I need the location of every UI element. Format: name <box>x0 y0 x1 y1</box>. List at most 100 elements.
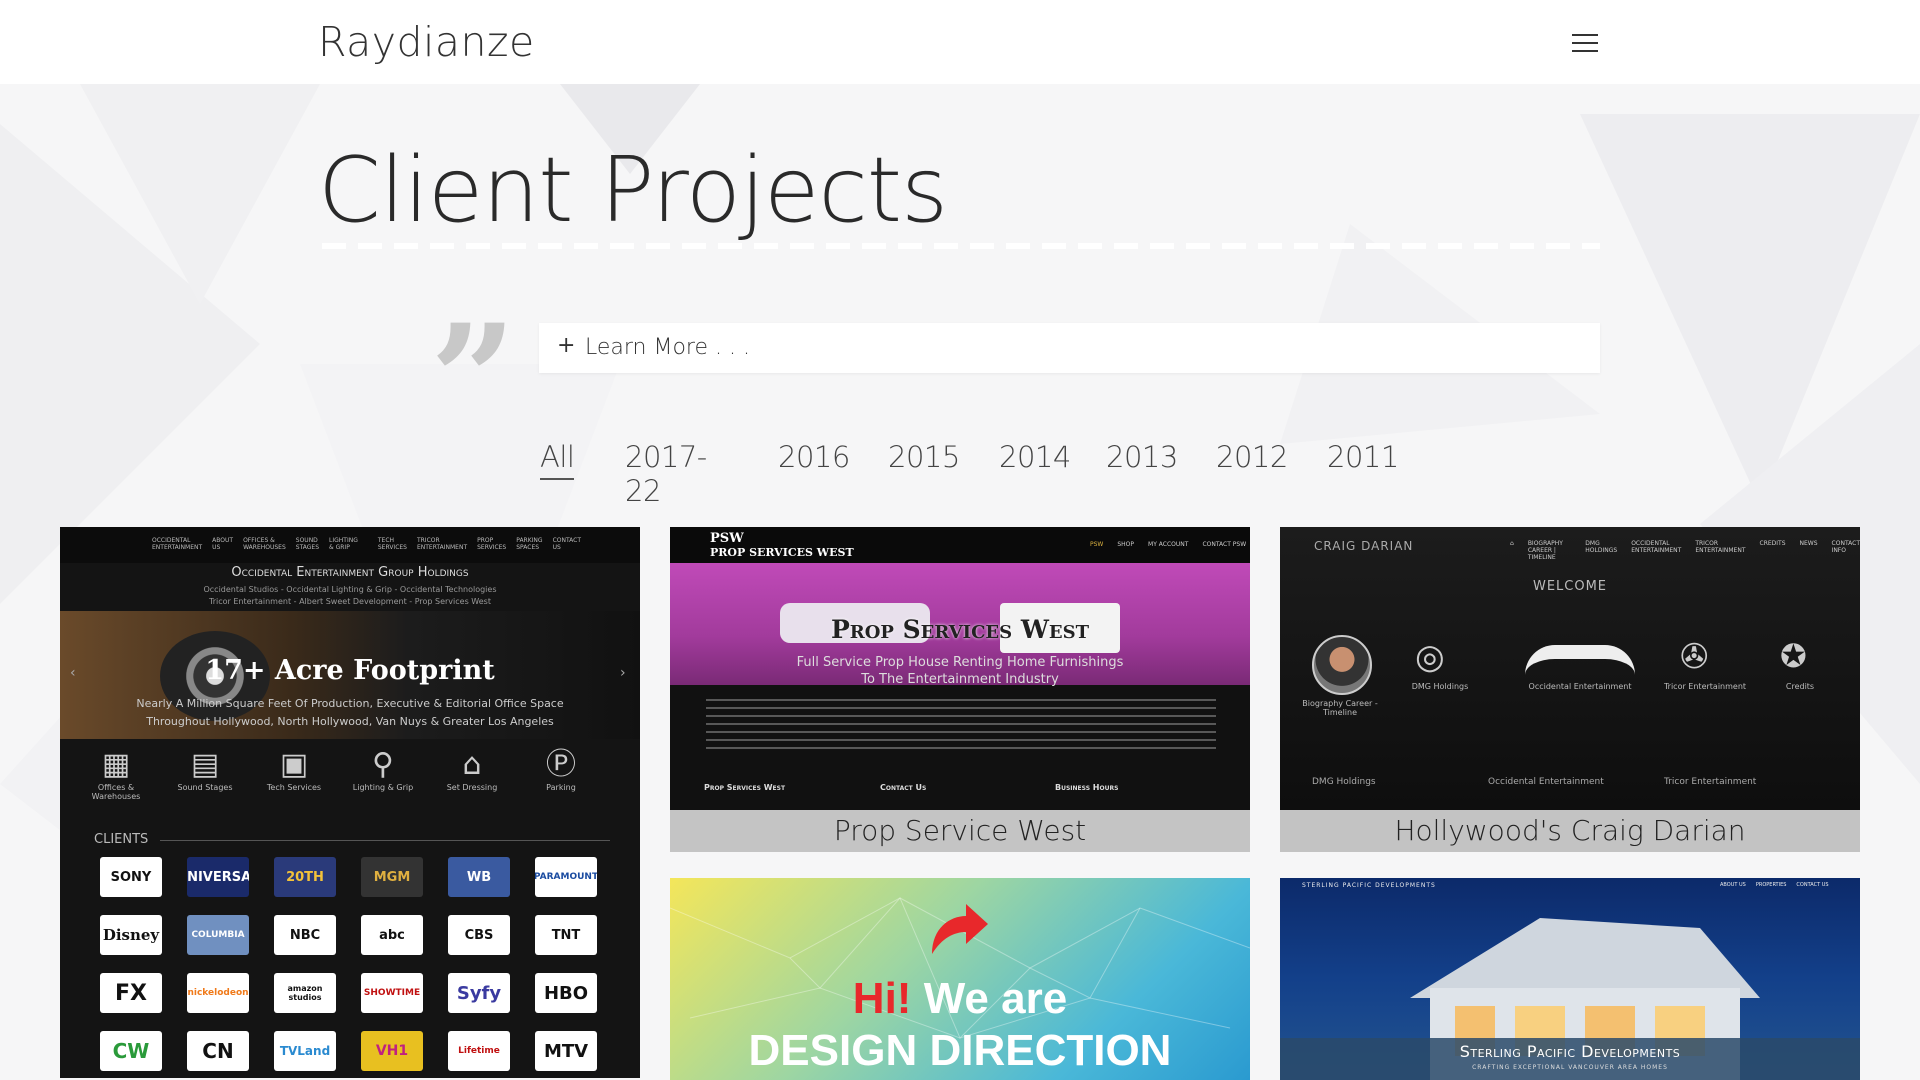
craig-nav-item[interactable]: OCCIDENTAL ENTERTAINMENT <box>1631 540 1681 561</box>
client-logo-syfy: Syfy <box>448 973 510 1013</box>
psw-hero-title: Prop Services West <box>830 615 1090 644</box>
client-logo-sony: SONY <box>100 857 162 897</box>
globe-icon: ◎ <box>1415 637 1445 677</box>
filter-2013[interactable]: 2013 <box>1106 440 1178 474</box>
craig-nav-item[interactable]: CONTACT INFO <box>1832 540 1860 561</box>
design-line-2: DESIGN DIRECTION <box>748 1026 1172 1075</box>
craig-nav-item[interactable]: NEWS <box>1800 540 1818 561</box>
oeg-heading: Occidental Entertainment Group Holdings <box>231 565 469 580</box>
home-icon[interactable]: ⌂ <box>1510 540 1514 561</box>
project-card-prop-services-west[interactable]: PSW PROP SERVICES WEST PSW SHOP MY ACCOU… <box>670 527 1250 852</box>
client-logo-amazon-studios: amazon studios <box>274 973 336 1013</box>
filter-2015[interactable]: 2015 <box>888 440 960 474</box>
project-card-craig-darian[interactable]: CRAIG DARIAN ⌂ BIOGRAPHY CAREER | TIMELI… <box>1280 527 1860 852</box>
learn-more-label: Learn More . . . <box>585 335 750 360</box>
client-logo-20th-century: 20TH <box>274 857 336 897</box>
oeg-nav-item[interactable]: OFFICES & WAREHOUSES <box>243 537 286 553</box>
filter-all[interactable]: All <box>540 440 575 480</box>
client-logo-paramount: PARAMOUNT <box>535 857 597 897</box>
psw-nav-psw[interactable]: PSW <box>1090 541 1103 548</box>
psw-nav-account[interactable]: MY ACCOUNT <box>1148 541 1188 548</box>
service-parking[interactable]: Ⓟ Parking <box>521 747 601 792</box>
craig-item-tricor[interactable]: Tricor Entertainment <box>1650 682 1760 691</box>
project-card-sterling-pacific[interactable]: STERLING PACIFIC DEVELOPMENTS ABOUT US P… <box>1280 878 1860 1080</box>
clients-divider <box>160 840 610 841</box>
filter-2011[interactable]: 2011 <box>1327 440 1399 474</box>
client-logo-tvland: TVLand <box>274 1031 336 1071</box>
oeg-hero-slider[interactable]: 17+ Acre Footprint Nearly A Million Squa… <box>60 611 640 739</box>
craig-item-occidental[interactable]: Occidental Entertainment <box>1510 682 1650 691</box>
arrow-icon <box>932 904 988 954</box>
service-lighting[interactable]: ⚲ Lighting & Grip <box>343 747 423 792</box>
craig-nav-item[interactable]: TRICOR ENTERTAINMENT <box>1695 540 1745 561</box>
client-logo-showtime: SHOWTIME <box>361 973 423 1013</box>
psw-footer-head-2: Contact Us <box>880 783 927 792</box>
site-logo[interactable]: Raydianze <box>318 18 535 66</box>
service-stages[interactable]: ▤ Sound Stages <box>165 747 245 792</box>
oeg-nav-item[interactable]: CONTACT US <box>553 537 581 553</box>
service-tech[interactable]: ▣ Tech Services <box>254 747 334 792</box>
psw-hero-sub-2: To The Entertainment Industry <box>861 672 1059 687</box>
oeg-nav-item[interactable]: ABOUT US <box>212 537 233 553</box>
psw-nav-contact[interactable]: CONTACT PSW <box>1202 541 1246 548</box>
hamburger-menu-icon[interactable] <box>1572 32 1598 54</box>
craig-item-dmg[interactable]: DMG Holdings <box>1390 682 1490 691</box>
sterling-title: Sterling Pacific Developments <box>1459 1042 1681 1061</box>
oeg-nav-item[interactable]: SOUND STAGES <box>296 537 319 553</box>
oeg-nav-item[interactable]: TECH SERVICES <box>378 537 407 553</box>
filter-2012[interactable]: 2012 <box>1216 440 1288 474</box>
building-icon: ▦ <box>101 747 131 782</box>
client-logo-fx: FX <box>100 973 162 1013</box>
service-set-dressing[interactable]: ⌂ Set Dressing <box>432 747 512 792</box>
project-caption: Hollywood's Craig Darian <box>1280 810 1860 852</box>
client-logo-disney: Disney <box>100 915 162 955</box>
client-logo-mgm: MGM <box>361 857 423 897</box>
craig-item-credits[interactable]: Credits <box>1760 682 1840 691</box>
craig-nav-item[interactable]: DMG HOLDINGS <box>1585 540 1617 561</box>
quote-icon: ” <box>430 292 517 468</box>
monitor-icon: ▣ <box>279 747 309 782</box>
craig-nav-item[interactable]: BIOGRAPHY CAREER | TIMELINE <box>1528 540 1571 561</box>
oeg-nav-item[interactable]: LIGHTING & GRIP <box>329 537 358 553</box>
psw-footer-head-3: Business Hours <box>1055 783 1119 792</box>
psw-brand-full: PROP SERVICES WEST <box>710 546 854 559</box>
parking-icon: Ⓟ <box>546 747 576 782</box>
craig-footer-1: DMG Holdings <box>1312 777 1376 787</box>
psw-topnav: PSW PROP SERVICES WEST PSW SHOP MY ACCOU… <box>670 527 1250 563</box>
psw-hero-sub-1: Full Service Prop House Renting Home Fur… <box>796 655 1124 670</box>
avatar[interactable] <box>1312 635 1372 695</box>
project-card-occidental[interactable]: OCCIDENTAL ENTERTAINMENT ABOUT US OFFICE… <box>60 527 640 1078</box>
craig-footer-2: Occidental Entertainment <box>1488 777 1604 787</box>
craig-nav-item[interactable]: CREDITS <box>1760 540 1786 561</box>
oeg-nav-item[interactable]: TRICOR ENTERTAINMENT <box>417 537 467 553</box>
client-logo-nbc: NBC <box>274 915 336 955</box>
plus-icon: + <box>557 333 576 358</box>
learn-more-toggle[interactable]: + Learn More . . . <box>539 323 1600 373</box>
sterling-tagline: CRAFTING EXCEPTIONAL VANCOUVER AREA HOME… <box>1472 1064 1668 1071</box>
project-card-design-direction[interactable]: Hi! We are DESIGN DIRECTION <box>670 878 1250 1080</box>
psw-nav-shop[interactable]: SHOP <box>1117 541 1134 548</box>
page-title: Client Projects <box>318 138 948 243</box>
design-hi: Hi! <box>852 974 912 1023</box>
oeg-nav-item[interactable]: PARKING SPACES <box>516 537 542 553</box>
service-offices[interactable]: ▦ Offices & Warehouses <box>76 747 156 801</box>
filter-2014[interactable]: 2014 <box>999 440 1071 474</box>
craig-item-bio[interactable]: Biography Career - Timeline <box>1290 699 1390 717</box>
chevron-right-icon[interactable]: › <box>620 665 626 681</box>
clapperboard-icon: ▤ <box>190 747 220 782</box>
client-logo-lifetime: Lifetime <box>448 1031 510 1071</box>
psw-footer-head-1: Prop Services West <box>704 783 786 792</box>
title-divider <box>322 243 1600 249</box>
clients-label: CLIENTS <box>94 832 149 847</box>
design-we-are: We are <box>923 974 1068 1023</box>
oeg-slide-title: 17+ Acre Footprint <box>205 655 495 686</box>
chevron-left-icon[interactable]: ‹ <box>70 665 76 681</box>
craig-footer-3: Tricor Entertainment <box>1664 777 1757 787</box>
client-logo-mtv: MTV <box>535 1031 597 1071</box>
filter-2017-22[interactable]: 2017-22 <box>625 440 707 508</box>
oeg-nav-item[interactable]: PROP SERVICES <box>477 537 506 553</box>
filter-2016[interactable]: 2016 <box>778 440 850 474</box>
psw-body-text <box>706 699 1216 749</box>
oeg-nav-item[interactable]: OCCIDENTAL ENTERTAINMENT <box>152 537 202 553</box>
client-logo-cw: CW <box>100 1031 162 1071</box>
